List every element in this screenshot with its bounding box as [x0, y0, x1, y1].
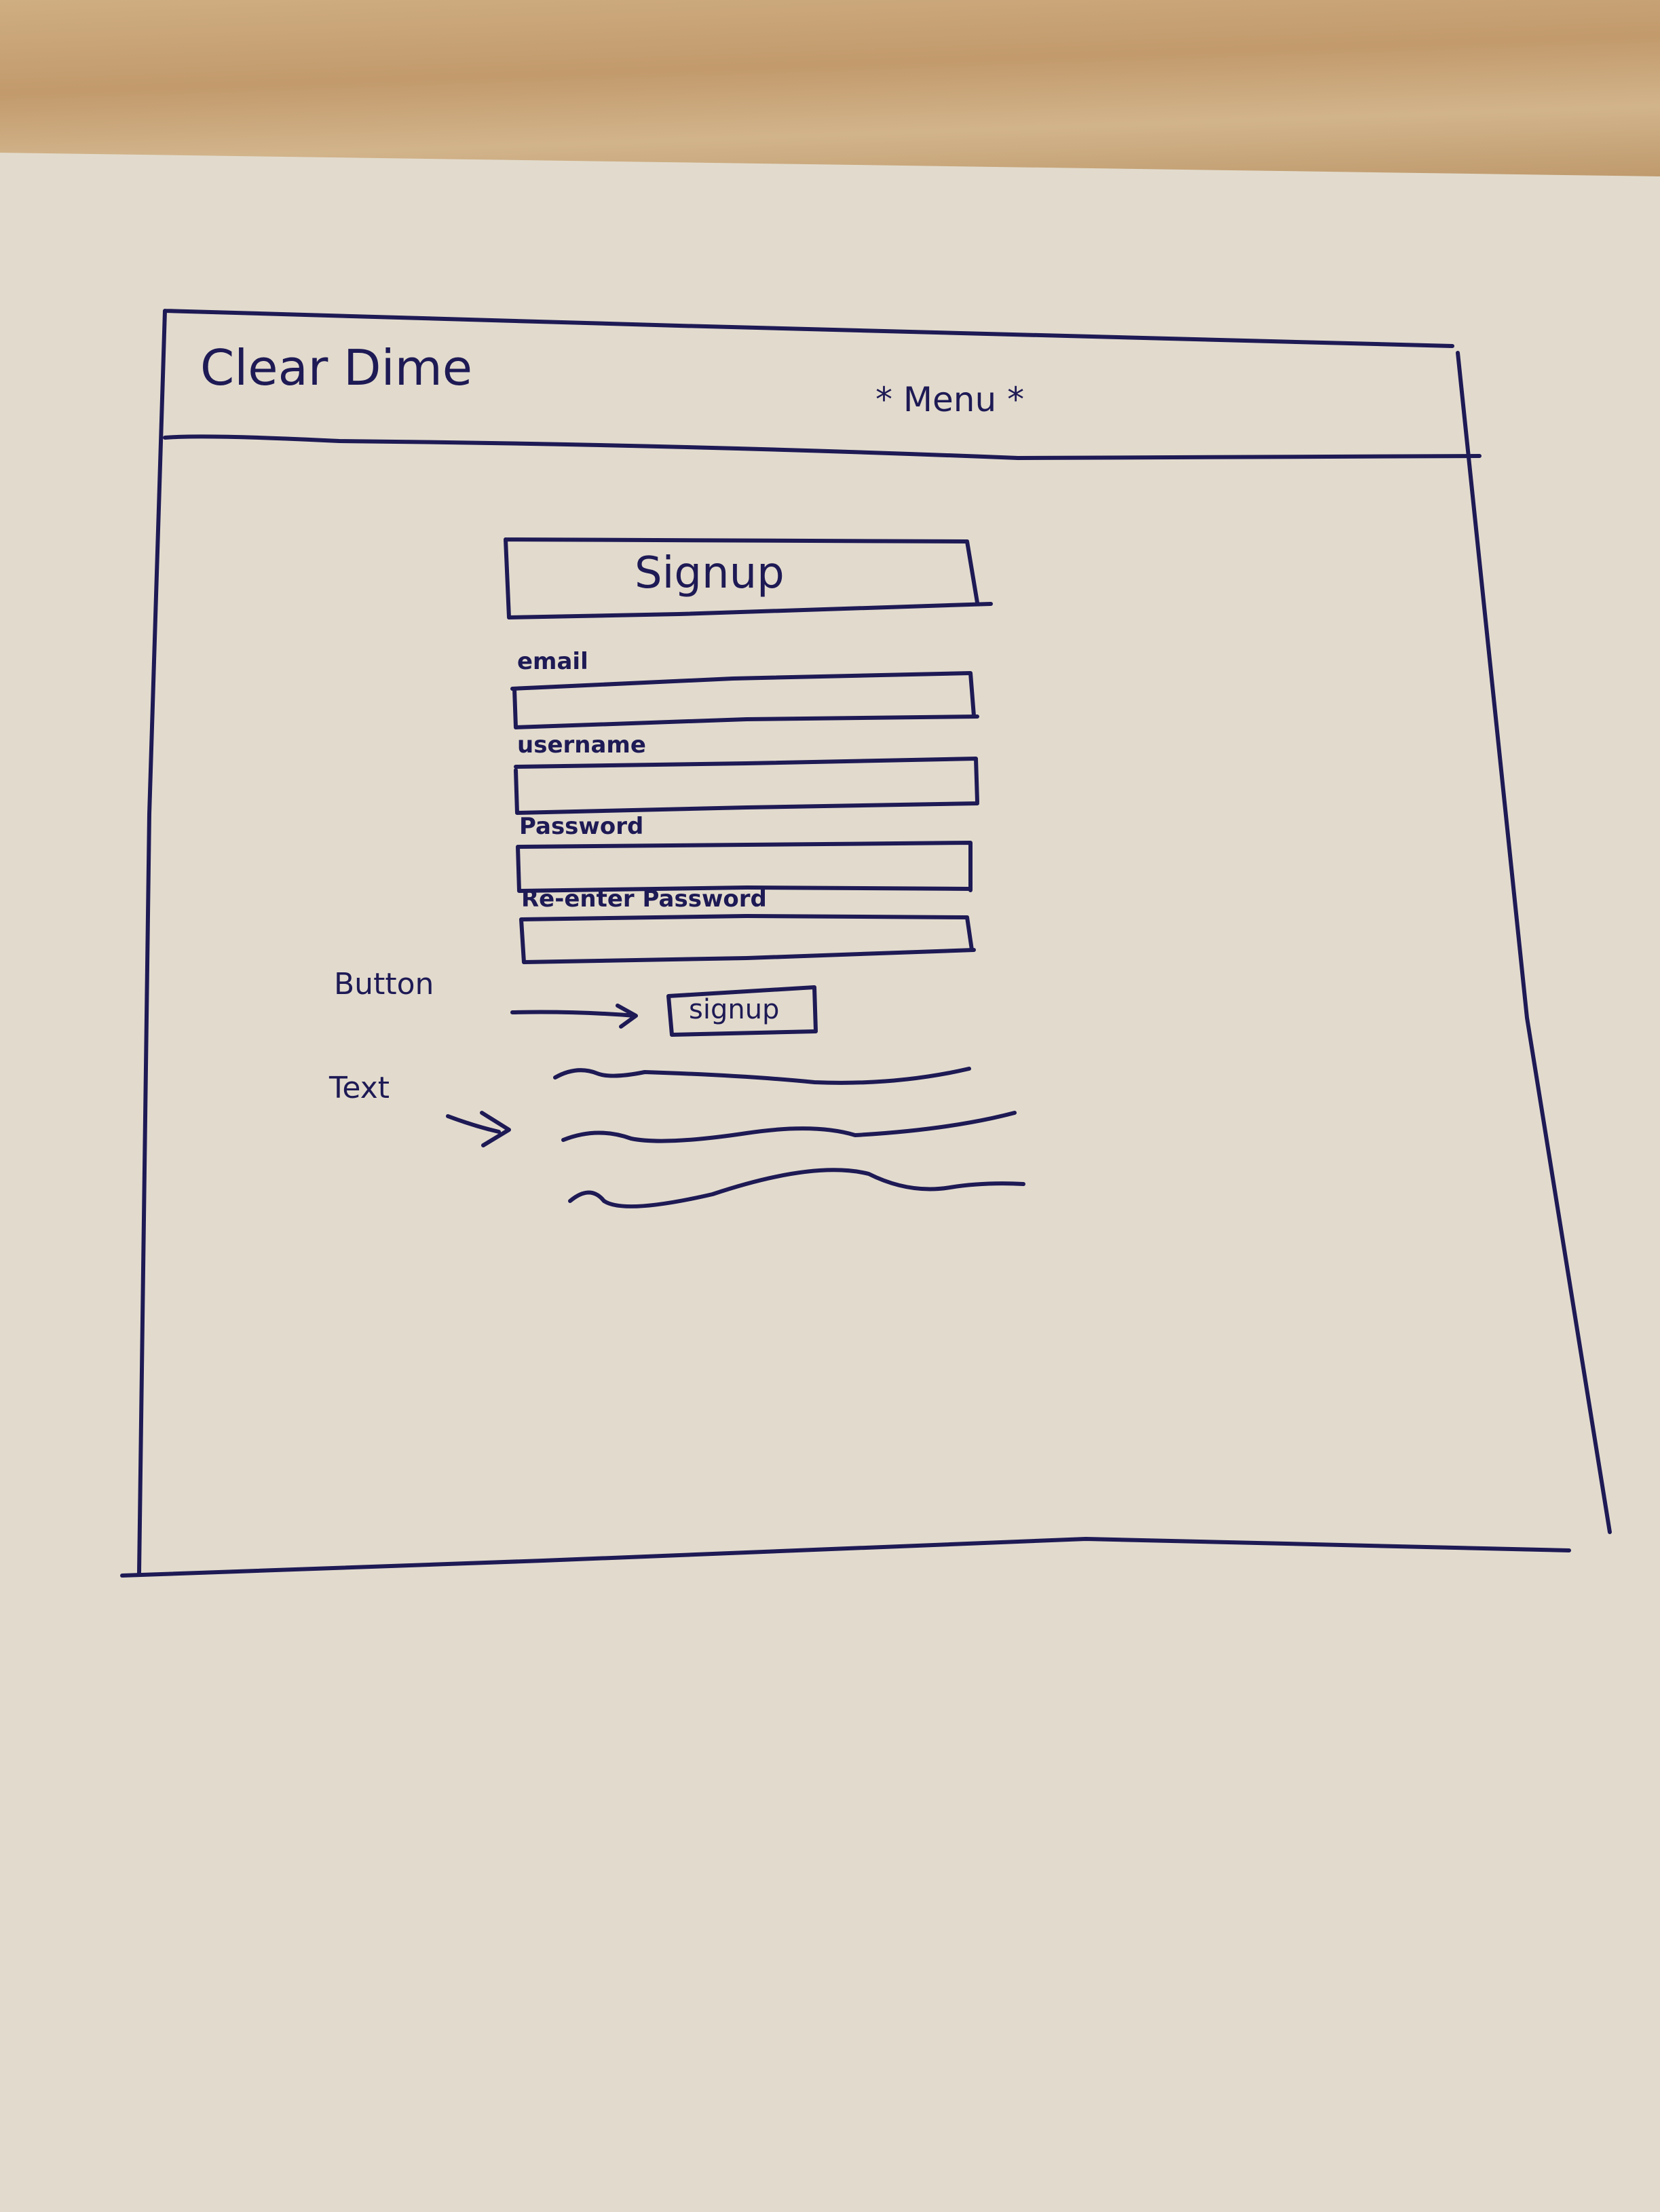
text-placeholder-line-1	[553, 1067, 971, 1085]
username-label: username	[517, 731, 646, 759]
email-label: email	[517, 648, 588, 675]
header-divider	[163, 434, 1482, 460]
text-arrow-icon	[446, 1111, 511, 1147]
text-placeholder-line-2	[561, 1111, 1017, 1143]
text-placeholder-line-3	[568, 1168, 1025, 1208]
text-annotation: Text	[329, 1071, 390, 1105]
password-label: Password	[519, 813, 644, 840]
wireframe-sketch	[120, 309, 1612, 1578]
button-arrow-icon	[510, 1004, 638, 1029]
password-input[interactable]	[521, 848, 969, 889]
email-input[interactable]	[516, 682, 970, 719]
reenter-password-label: Re-enter Password	[521, 885, 767, 913]
app-title: Clear Dime	[200, 339, 473, 396]
page-title: Signup	[635, 548, 785, 598]
menu-button[interactable]: * Menu *	[875, 380, 1024, 419]
signup-button[interactable]: signup	[682, 994, 786, 1025]
button-annotation: Button	[334, 967, 434, 1002]
reenter-password-input[interactable]	[524, 921, 968, 959]
username-input[interactable]	[519, 767, 974, 807]
